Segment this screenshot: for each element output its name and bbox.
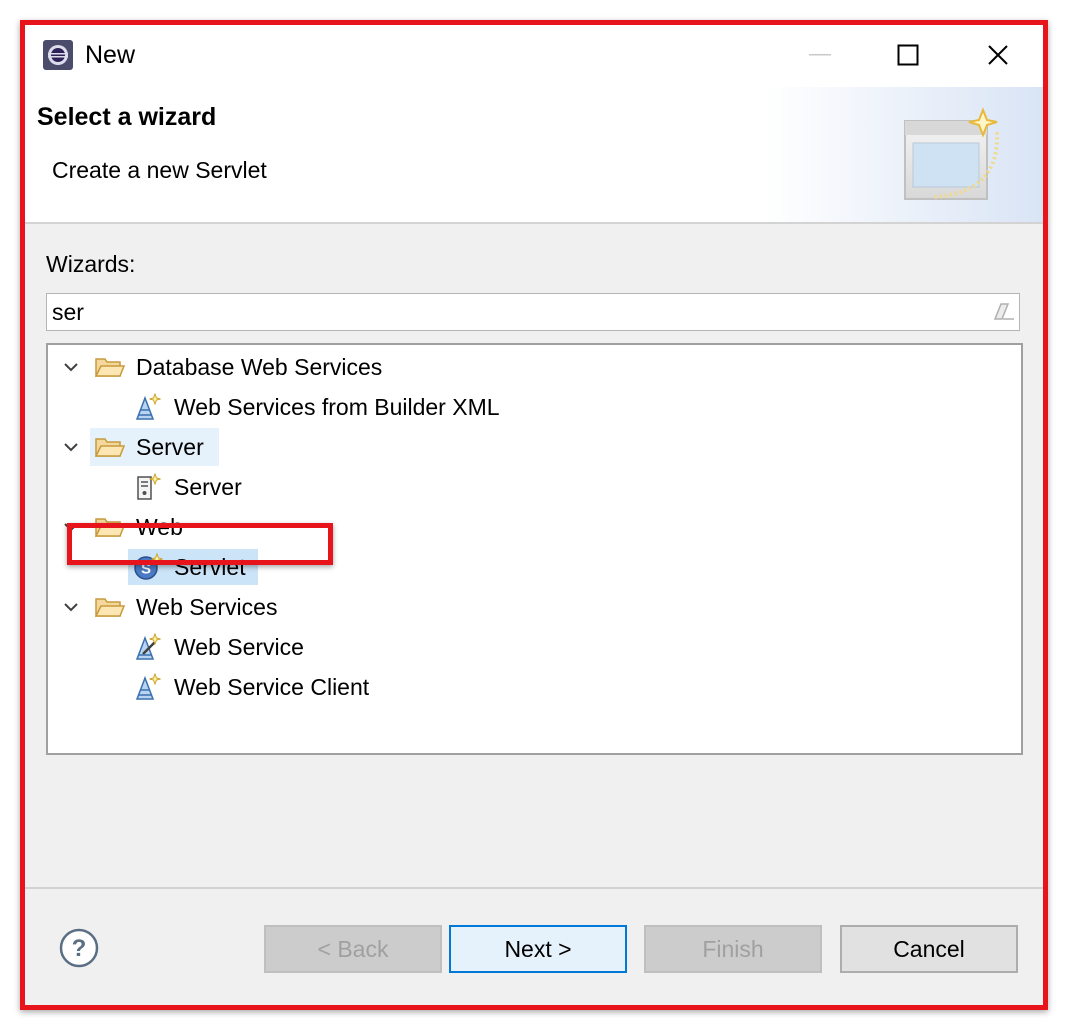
tree-category-server[interactable]: Server <box>48 427 1008 467</box>
help-icon[interactable]: ? <box>58 927 100 969</box>
web-service-icon <box>135 632 161 660</box>
minimize-icon <box>809 54 831 56</box>
tree-item-label: Web Service <box>174 634 304 660</box>
tree-item-web-services-from-builder-xml[interactable]: Web Services from Builder XML <box>48 387 1008 427</box>
minimize-button[interactable] <box>791 35 851 75</box>
tree-category-label: Web <box>136 514 183 540</box>
clear-filter-icon[interactable] <box>989 301 1015 323</box>
tree-item-web-service[interactable]: Web Service <box>48 627 1008 667</box>
folder-open-icon <box>95 518 125 537</box>
tree-item-label: Servlet <box>174 554 246 580</box>
new-wizard-banner-icon <box>765 87 1043 222</box>
tree-category-web-services[interactable]: Web Services <box>48 587 1008 627</box>
back-button[interactable]: < Back <box>264 925 442 973</box>
folder-open-icon <box>95 358 125 377</box>
tree-item-server[interactable]: Server <box>48 467 1008 507</box>
tree-item-web-service-client[interactable]: Web Service Client <box>48 667 1008 707</box>
tree-category-database-web-services[interactable]: Database Web Services <box>48 347 1008 387</box>
wizard-header: Select a wizard Create a new Servlet <box>25 87 1043 224</box>
server-icon <box>137 472 161 500</box>
web-service-client-icon <box>135 672 161 700</box>
folder-open-icon <box>95 438 125 457</box>
tree-item-servlet[interactable]: S Servlet <box>48 547 1008 587</box>
finish-button[interactable]: Finish <box>644 925 822 973</box>
tree-item-label: Web Services from Builder XML <box>174 394 500 420</box>
page-title: Select a wizard <box>37 103 217 131</box>
svg-text:S: S <box>141 561 151 578</box>
eclipse-app-icon <box>43 40 73 70</box>
footer-divider <box>25 887 1043 889</box>
chevron-down-icon[interactable] <box>62 438 80 456</box>
page-description: Create a new Servlet <box>52 157 267 183</box>
filter-field[interactable] <box>46 293 1020 331</box>
maximize-button[interactable] <box>878 35 938 75</box>
window-title: New <box>85 41 136 69</box>
maximize-icon <box>897 44 919 66</box>
tree-category-web[interactable]: Web <box>48 507 1008 547</box>
next-button[interactable]: Next > <box>449 925 627 973</box>
wizards-label: Wizards: <box>46 251 136 277</box>
servlet-icon: S <box>134 552 163 580</box>
wizard-tree[interactable]: Database Web Services Web Services from … <box>46 343 1023 755</box>
web-service-icon <box>135 392 161 420</box>
wizard-filter-input[interactable] <box>52 294 952 330</box>
tree-category-label: Server <box>136 434 204 460</box>
chevron-down-icon[interactable] <box>62 518 80 536</box>
folder-open-icon <box>95 598 125 617</box>
tree-item-label: Web Service Client <box>174 674 370 700</box>
new-wizard-dialog: New Select a wizard Create a new Servlet <box>20 20 1048 1010</box>
close-button[interactable] <box>968 35 1028 75</box>
chevron-down-icon[interactable] <box>62 358 80 376</box>
tree-category-label: Database Web Services <box>136 354 383 380</box>
chevron-down-icon[interactable] <box>62 598 80 616</box>
title-bar: New <box>25 25 1043 87</box>
svg-text:?: ? <box>72 935 87 962</box>
cancel-button[interactable]: Cancel <box>840 925 1018 973</box>
tree-item-label: Server <box>174 474 242 500</box>
close-icon <box>988 45 1008 65</box>
tree-category-label: Web Services <box>136 594 278 620</box>
